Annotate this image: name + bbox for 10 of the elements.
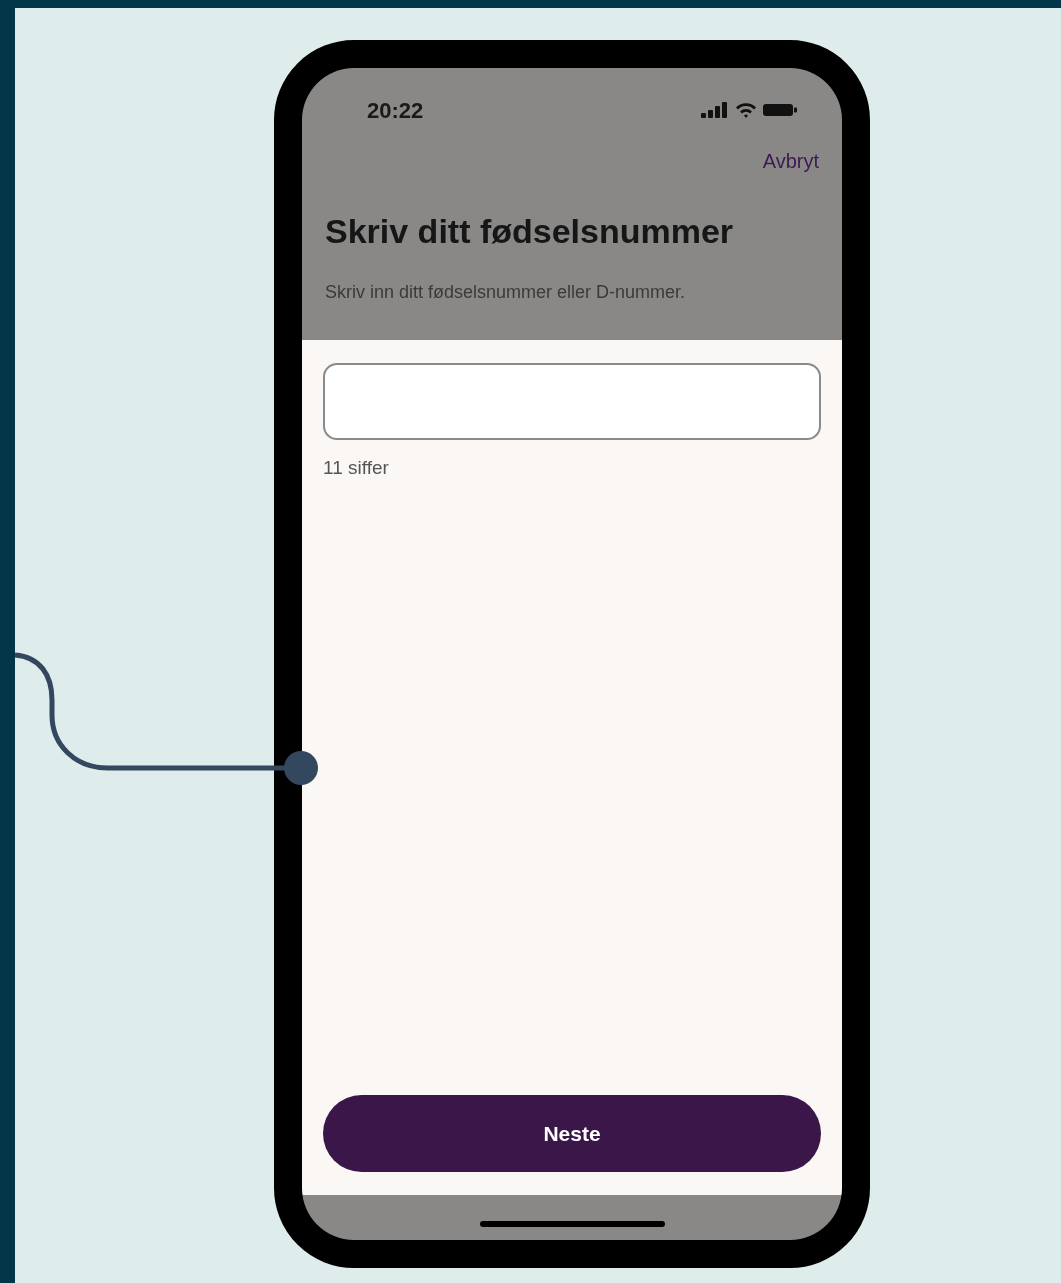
helper-text: 11 siffer bbox=[323, 456, 390, 480]
page-subtitle: Skriv inn ditt fødselsnummer eller D-nummer. bbox=[325, 281, 687, 304]
next-button[interactable]: Neste bbox=[323, 1095, 821, 1172]
cancel-link[interactable]: Avbryt bbox=[762, 146, 819, 176]
signal-icon bbox=[701, 102, 729, 118]
battery-icon bbox=[763, 103, 797, 117]
page-title: Skriv ditt fødselsnummer bbox=[325, 211, 735, 252]
status-time: 20:22 bbox=[367, 96, 424, 125]
wifi-icon bbox=[735, 102, 757, 118]
input-field[interactable] bbox=[323, 363, 821, 440]
